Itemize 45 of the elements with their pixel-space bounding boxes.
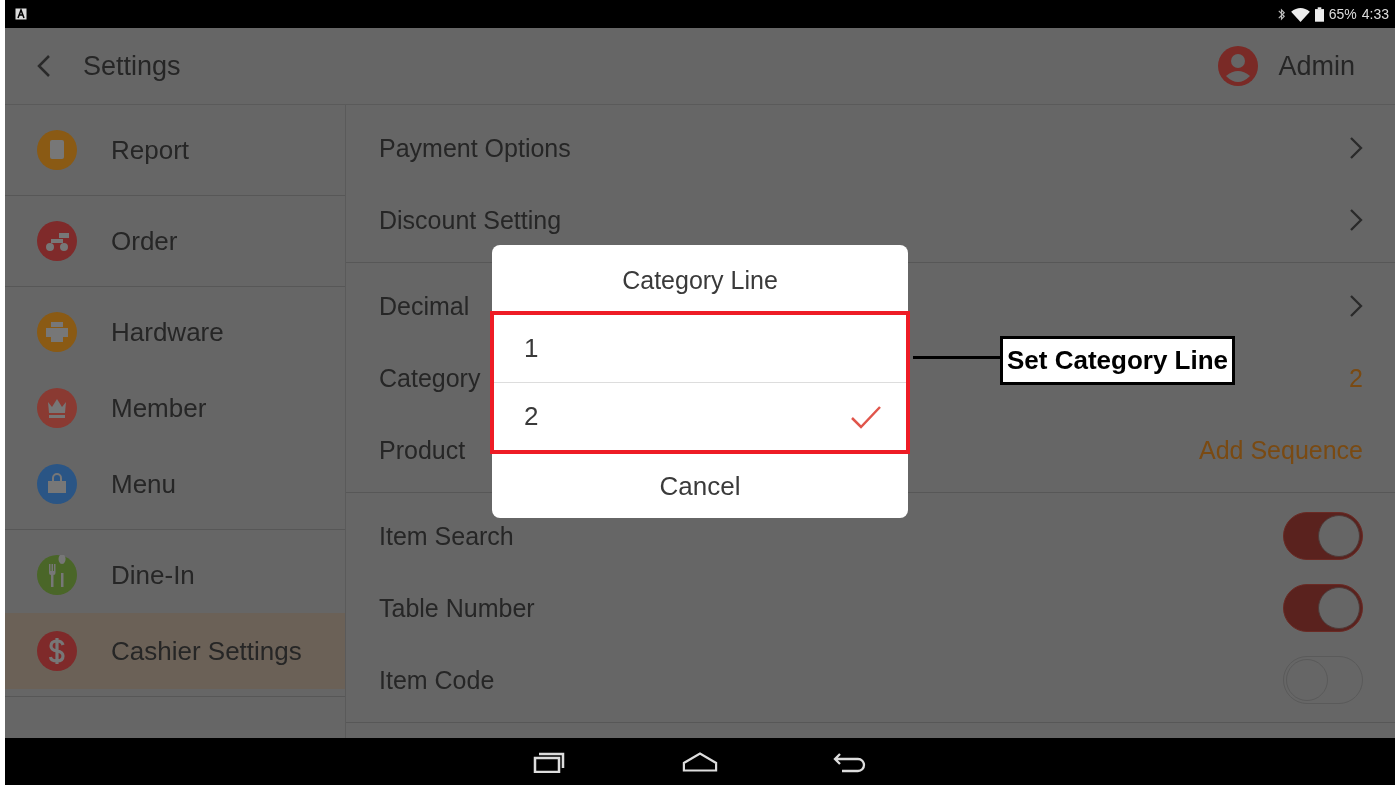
chevron-right-icon[interactable] bbox=[1349, 208, 1363, 232]
bag-icon bbox=[37, 464, 77, 504]
sidebar-item[interactable]: Cashier Settings bbox=[5, 613, 345, 689]
user-icon[interactable] bbox=[1218, 46, 1259, 86]
sidebar-item[interactable]: Menu bbox=[5, 446, 345, 522]
setting-label: Item Search bbox=[379, 521, 514, 551]
crown-icon bbox=[37, 388, 77, 428]
bluetooth-icon bbox=[1276, 6, 1286, 22]
setting-label: Table Number bbox=[379, 593, 535, 623]
sidebar-item[interactable]: Order bbox=[5, 203, 345, 279]
dollar-icon bbox=[37, 631, 77, 671]
battery-icon bbox=[1314, 6, 1324, 22]
sidebar-item[interactable]: Report bbox=[5, 112, 345, 188]
toggle-switch[interactable] bbox=[1283, 584, 1363, 632]
document-icon bbox=[37, 130, 77, 170]
sidebar-item[interactable]: Dine-In bbox=[5, 537, 345, 613]
option-item[interactable]: 1 bbox=[494, 315, 906, 382]
battery-percentage: 65% bbox=[1328, 6, 1357, 22]
annotation-label: Set Category Line bbox=[1000, 336, 1236, 385]
back-icon[interactable] bbox=[37, 54, 51, 78]
setting-label: Category bbox=[379, 363, 481, 393]
fork-spoon-icon bbox=[37, 555, 77, 595]
wifi-icon bbox=[1290, 6, 1310, 22]
sidebar-item[interactable]: Hardware bbox=[5, 294, 345, 370]
setting-label: Decimal bbox=[379, 291, 470, 321]
user-name[interactable]: Admin bbox=[1278, 50, 1355, 82]
dialog-title: Category Line bbox=[621, 265, 779, 296]
home-icon[interactable] bbox=[682, 750, 718, 773]
page-title: Settings bbox=[83, 50, 181, 82]
check-icon bbox=[850, 404, 882, 429]
setting-label: Product bbox=[379, 435, 466, 465]
setting-label: Item Code bbox=[379, 665, 495, 695]
scooter-icon bbox=[37, 221, 77, 261]
cancel-button[interactable]: Cancel bbox=[492, 454, 908, 518]
toggle-switch[interactable] bbox=[1283, 512, 1363, 560]
chevron-right-icon[interactable] bbox=[1349, 136, 1363, 160]
clock-time: 4:33 bbox=[1361, 6, 1389, 22]
option-item[interactable]: 2 bbox=[494, 382, 906, 450]
back-arrow-icon[interactable] bbox=[832, 750, 868, 773]
setting-label: Discount Setting bbox=[379, 205, 562, 235]
printer-icon bbox=[37, 312, 77, 352]
sidebar-item[interactable]: Member bbox=[5, 370, 345, 446]
notification-icon bbox=[15, 8, 27, 20]
setting-label: Payment Options bbox=[379, 133, 571, 163]
chevron-right-icon[interactable] bbox=[1349, 294, 1363, 318]
